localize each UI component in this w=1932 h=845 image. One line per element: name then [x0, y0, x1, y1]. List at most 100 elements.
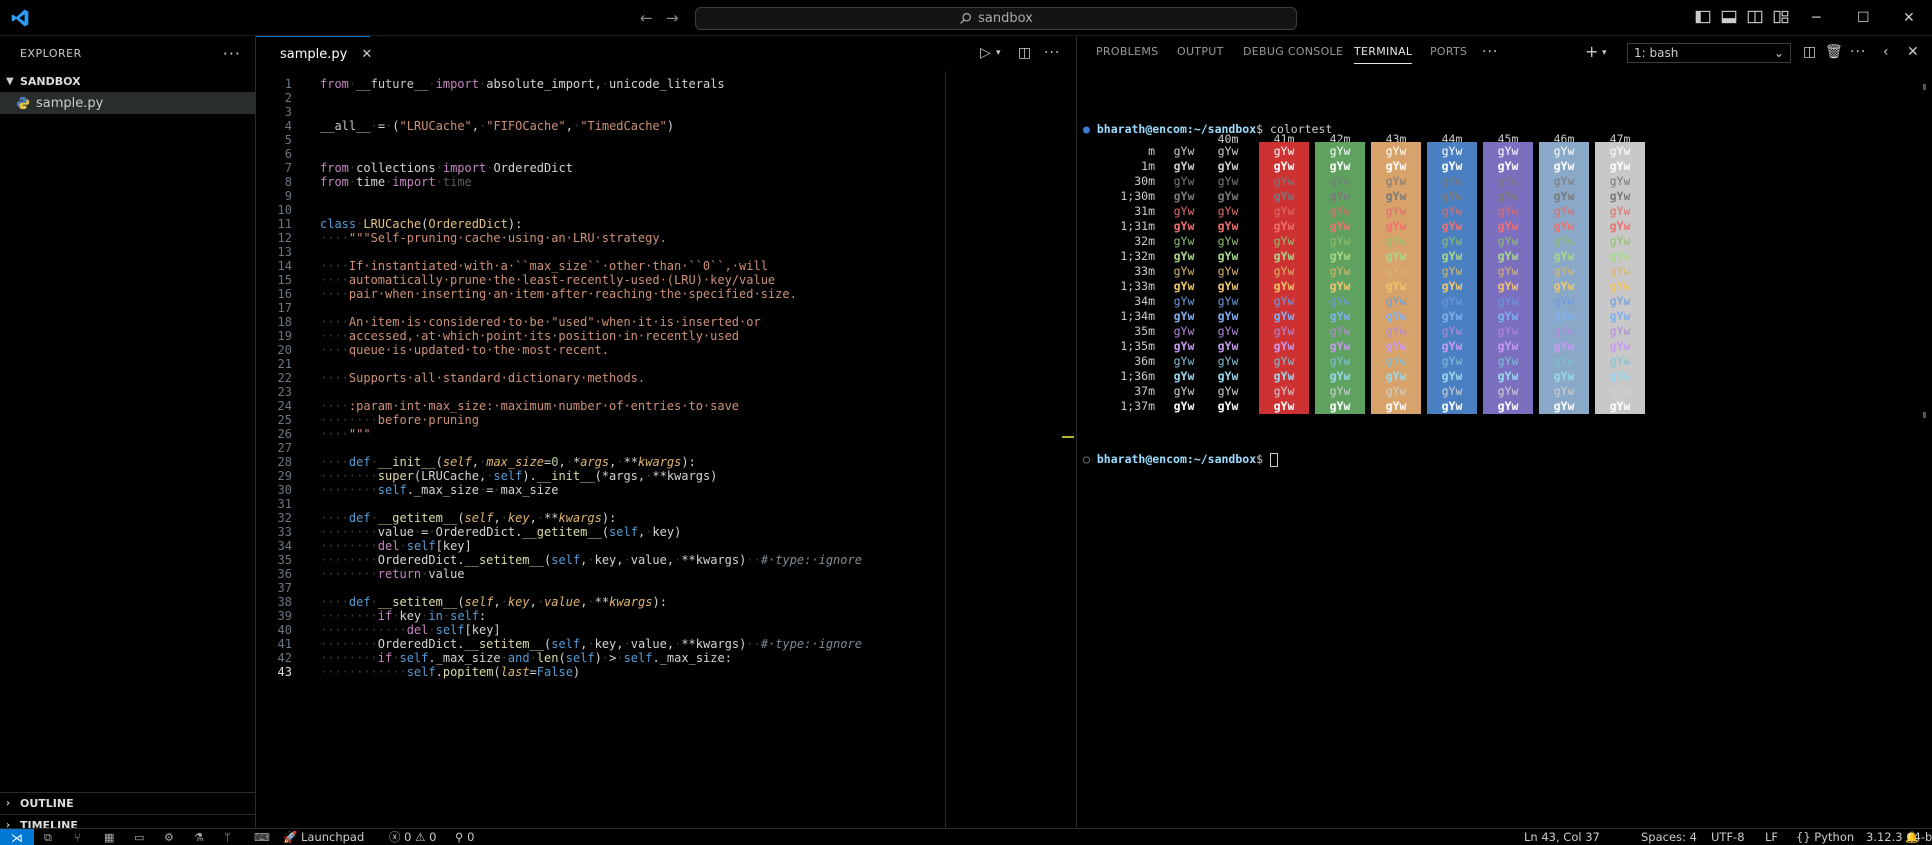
editor-tab-bar: sample.py ✕ ▷ ▾ ◫ ··· — [256, 36, 1075, 71]
folder-sandbox[interactable]: ▼ SANDBOX — [0, 70, 255, 92]
split-editor-icon[interactable]: ◫ — [1018, 45, 1031, 61]
colortest-cell: gYw — [1441, 219, 1463, 233]
prompt-line: ○ bharath@encom:~/sandbox$ — [1083, 452, 1279, 467]
line-number: 10 — [277, 203, 292, 217]
toggle-primary-sidebar-icon[interactable] — [1694, 8, 1712, 26]
cursor-position[interactable]: Ln 43, Col 37 — [1524, 830, 1600, 845]
colortest-cell: gYw — [1497, 219, 1519, 233]
python-interpreter[interactable]: 3.12.3 64-bit — [1866, 830, 1932, 845]
colortest-cell: gYw — [1497, 399, 1519, 413]
line-number: 34 — [277, 539, 292, 553]
remote-indicator-icon[interactable]: ⋊ — [0, 829, 34, 845]
terminal-output[interactable]: ● bharath@encom:~/sandbox$ colortest ○ b… — [1077, 70, 1932, 828]
line-number: 23 — [277, 385, 292, 399]
maximize-icon[interactable]: ☐ — [1857, 9, 1870, 27]
more-actions-icon[interactable]: ··· — [1044, 45, 1060, 61]
colortest-cell: gYw — [1329, 144, 1351, 158]
colortest-cell: gYw — [1553, 234, 1575, 248]
colortest-cell: gYw — [1173, 144, 1195, 158]
kill-terminal-icon[interactable]: 🗑 — [1825, 44, 1843, 60]
chevron-down-icon: ▼ — [6, 75, 14, 87]
more-actions-icon[interactable]: ··· — [1482, 44, 1498, 60]
launchpad-item[interactable]: 🚀 Launchpad — [283, 830, 364, 845]
colortest-cell: gYw — [1173, 189, 1195, 203]
colortest-cell: gYw — [1553, 324, 1575, 338]
remote-explorer-icon[interactable]: ▭ — [134, 831, 144, 844]
tab-problems[interactable]: PROBLEMS — [1096, 45, 1158, 58]
close-window-icon[interactable]: ✕ — [1903, 9, 1915, 27]
chevron-down-icon[interactable]: ▾ — [1602, 48, 1607, 58]
colortest-cell: gYw — [1497, 369, 1519, 383]
colortest-cell: gYw — [1329, 279, 1351, 293]
close-panel-icon[interactable]: ✕ — [1907, 44, 1919, 60]
back-arrow-icon[interactable]: ← — [640, 9, 653, 27]
end-of-line[interactable]: LF — [1765, 830, 1778, 845]
source-control-icon[interactable]: ⑂ — [74, 831, 81, 844]
colortest-cell: gYw — [1609, 144, 1631, 158]
tab-ports[interactable]: PORTS — [1430, 45, 1467, 58]
colortest-cell: gYw — [1497, 264, 1519, 278]
tab-terminal[interactable]: TERMINAL — [1354, 45, 1413, 64]
colortest-cell: gYw — [1441, 279, 1463, 293]
toggle-panel-icon[interactable] — [1720, 8, 1738, 26]
language-mode[interactable]: {} Python — [1796, 830, 1854, 845]
colortest-cell: gYw — [1609, 189, 1631, 203]
line-number: 26 — [277, 427, 292, 441]
colortest-cell: gYw — [1441, 159, 1463, 173]
chevron-down-icon[interactable]: ▾ — [996, 48, 1001, 58]
customize-layout-icon[interactable] — [1772, 8, 1790, 26]
tab-output[interactable]: OUTPUT — [1177, 45, 1224, 58]
more-actions-icon[interactable]: ··· — [1850, 44, 1866, 60]
colortest-cell: gYw — [1173, 249, 1195, 263]
colortest-cell: gYw — [1385, 264, 1407, 278]
minimize-icon[interactable]: ─ — [1812, 9, 1820, 27]
terminal-select[interactable]: 1: bash ⌄ — [1627, 43, 1791, 63]
terminal-icon[interactable]: ⌨ — [254, 831, 270, 844]
code-editor[interactable]: 1 from·__future__·import·absolute_import,… — [256, 71, 1075, 828]
tab-debug-console[interactable]: DEBUG CONSOLE — [1243, 45, 1343, 58]
colortest-cell: gYw — [1329, 219, 1351, 233]
line-text: ········del·self[key] — [320, 539, 472, 553]
colortest-cell: gYw — [1441, 324, 1463, 338]
split-terminal-icon[interactable]: ◫ — [1803, 44, 1816, 60]
command-decoration-icon: ● — [1083, 122, 1090, 136]
line-number: 27 — [277, 441, 292, 455]
command-center-search[interactable]: sandbox — [695, 7, 1297, 30]
colortest-cell: gYw — [1553, 219, 1575, 233]
line-text: ····automatically·prune·the·least-recent… — [320, 273, 776, 287]
colortest-cell: gYw — [1609, 399, 1631, 413]
indentation[interactable]: Spaces: 4 — [1641, 830, 1697, 845]
colortest-row-label: 1;32m — [1120, 249, 1155, 263]
scrollbar-marker — [1923, 412, 1926, 418]
extensions-icon[interactable]: ▦ — [104, 831, 114, 844]
tab-sample-py[interactable]: sample.py ✕ — [256, 36, 372, 71]
line-text: ····def·__init__(self,·max_size=0,·*args… — [320, 455, 696, 469]
colortest-cell: gYw — [1217, 354, 1239, 368]
line-number: 37 — [277, 581, 292, 595]
settings-gear-icon[interactable]: ⚙ — [164, 831, 174, 844]
vscode-logo-icon[interactable] — [10, 8, 30, 28]
forward-arrow-icon[interactable]: → — [666, 9, 679, 27]
colortest-cell: gYw — [1385, 399, 1407, 413]
testing-flask-icon[interactable]: ⚗ — [194, 831, 204, 844]
ports-indicator[interactable]: ⚲ 0 — [455, 830, 474, 845]
colortest-cell: gYw — [1273, 399, 1295, 413]
colortest-cell: gYw — [1329, 399, 1351, 413]
git-branch-icon[interactable]: ᛘ — [224, 831, 231, 844]
copy-icon[interactable]: ⧉ — [44, 831, 52, 845]
problems-indicator[interactable]: ⓧ 0 ⚠ 0 — [389, 830, 436, 845]
outline-section[interactable]: › OUTLINE — [0, 792, 256, 814]
chevron-left-icon[interactable]: ‹ — [1883, 44, 1889, 60]
new-terminal-icon[interactable]: + — [1585, 42, 1598, 61]
notifications-bell-icon[interactable]: 🔔 — [1905, 831, 1919, 844]
close-tab-icon[interactable]: ✕ — [361, 47, 372, 62]
encoding[interactable]: UTF-8 — [1711, 830, 1745, 845]
language-label: Python — [1814, 830, 1855, 844]
run-python-icon[interactable]: ▷ — [980, 45, 991, 61]
file-item-sample-py[interactable]: sample.py — [0, 92, 255, 114]
more-actions-icon[interactable]: ··· — [223, 44, 241, 63]
toggle-secondary-sidebar-icon[interactable] — [1746, 8, 1764, 26]
line-text: ····If·instantiated·with·a·``max_size``·… — [320, 259, 768, 273]
line-text: ············self.popitem(last=False) — [320, 665, 581, 679]
line-number: 12 — [277, 231, 292, 245]
